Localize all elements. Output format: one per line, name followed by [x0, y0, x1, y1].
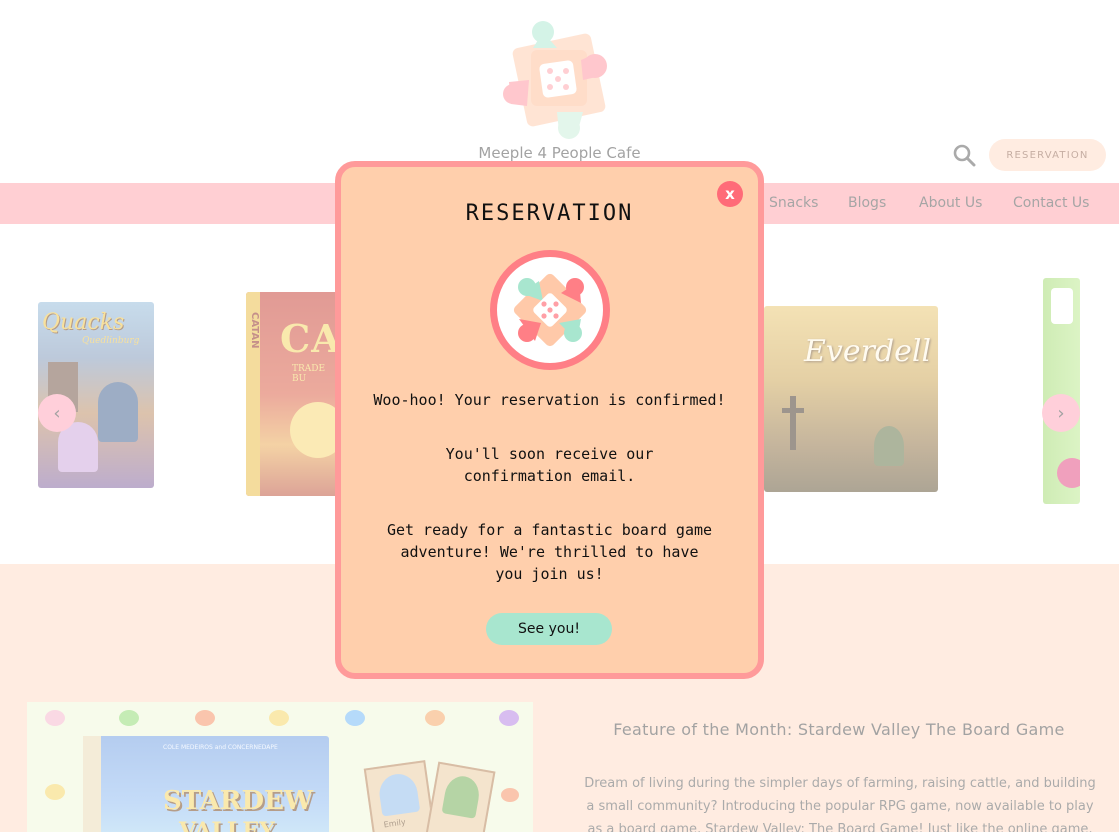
- email-notice: You'll soon receive our confirmation ema…: [445, 445, 654, 485]
- modal-title: RESERVATION: [465, 201, 634, 226]
- welcome-message: Get ready for a fantastic board game adv…: [386, 521, 713, 583]
- cafe-logo-emblem: [490, 250, 610, 370]
- confirmation-message: Woo-hoo! Your reservation is confirmed!: [373, 391, 726, 409]
- see-you-button[interactable]: See you!: [486, 613, 612, 645]
- reservation-modal: x RESERVATION Woo-hoo! Your reservation …: [335, 161, 764, 679]
